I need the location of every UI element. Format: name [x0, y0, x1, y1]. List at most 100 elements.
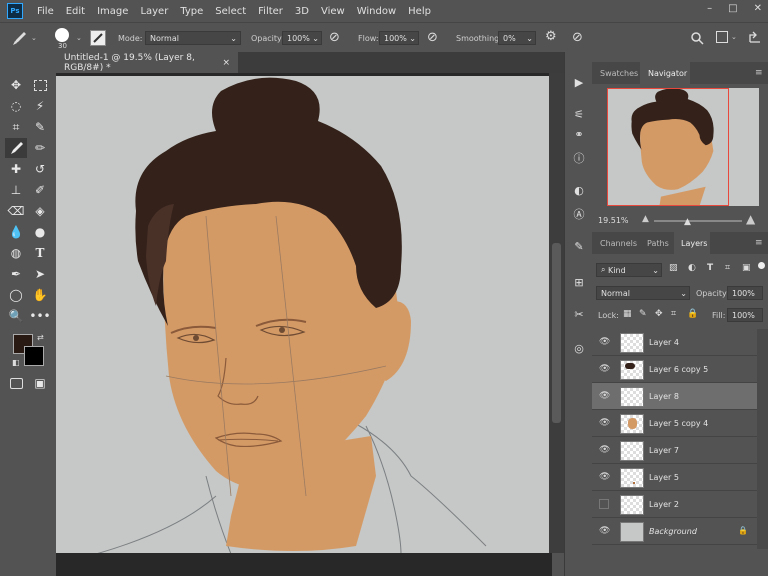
- pressure-opacity-icon[interactable]: ⊘: [329, 30, 340, 45]
- dodge-tool-icon[interactable]: ●: [31, 223, 49, 241]
- chevron-down-icon[interactable]: ⌄: [731, 33, 737, 41]
- maximize-button[interactable]: □: [728, 3, 737, 14]
- lock-all-icon[interactable]: 🔒: [687, 309, 698, 319]
- magic-wand-tool-icon[interactable]: ⚡: [31, 97, 49, 115]
- layer-row-selected[interactable]: 👁 Layer 8: [592, 383, 757, 410]
- filter-smart-object-icon[interactable]: ▣: [742, 263, 751, 273]
- layer-row[interactable]: 👁 Layer 6 copy 5: [592, 356, 757, 383]
- layer-row[interactable]: 👁 Layer 4: [592, 329, 757, 356]
- tab-swatches[interactable]: Swatches: [600, 62, 638, 84]
- lasso-tool-icon[interactable]: ◌: [7, 97, 25, 115]
- flow-input[interactable]: 100% ⌄: [379, 31, 419, 45]
- eraser-tool-icon[interactable]: ⌫: [7, 202, 25, 220]
- zoom-tool-icon[interactable]: 🔍: [7, 307, 25, 325]
- layer-row[interactable]: Layer 2: [592, 491, 757, 518]
- tab-layers[interactable]: Layers: [681, 232, 707, 254]
- paint-bucket-tool-icon[interactable]: ◈: [31, 202, 49, 220]
- blur-tool-icon[interactable]: 💧: [7, 223, 25, 241]
- play-icon[interactable]: ▶: [571, 74, 587, 90]
- swap-colors-icon[interactable]: ⇄: [37, 333, 44, 342]
- menu-image[interactable]: Image: [97, 6, 128, 17]
- vertical-scrollbar[interactable]: [549, 73, 564, 553]
- lock-position-icon[interactable]: ✥: [655, 309, 663, 319]
- layer-filter-select[interactable]: ⌕ Kind ⌄: [596, 263, 662, 277]
- eye-icon[interactable]: 👁: [599, 418, 610, 428]
- lock-artboard-icon[interactable]: ⌗: [671, 309, 676, 319]
- pencil-tool-icon[interactable]: ✏: [31, 139, 49, 157]
- lock-image-icon[interactable]: ✎: [639, 309, 647, 319]
- tab-navigator[interactable]: Navigator: [648, 62, 687, 84]
- filter-adjustment-icon[interactable]: ◐: [688, 263, 696, 273]
- marquee-tool-icon[interactable]: [31, 76, 49, 94]
- eye-icon[interactable]: 👁: [599, 337, 610, 347]
- layer-row[interactable]: 👁 Layer 5: [592, 464, 757, 491]
- menu-file[interactable]: File: [37, 6, 54, 17]
- fill-input[interactable]: 100%: [727, 308, 763, 322]
- eye-icon[interactable]: 👁: [599, 472, 610, 482]
- mixer-brush-tool-icon[interactable]: ◍: [7, 244, 25, 262]
- navigator-zoom-value[interactable]: 19.51%: [598, 216, 629, 225]
- scrollbar-thumb[interactable]: [552, 243, 561, 423]
- layers-scrollbar[interactable]: [757, 329, 768, 549]
- menu-layer[interactable]: Layer: [140, 6, 168, 17]
- eye-icon[interactable]: 👁: [599, 526, 610, 536]
- menu-type[interactable]: Type: [180, 6, 203, 17]
- close-window-button[interactable]: ✕: [754, 3, 762, 14]
- workspace-icon[interactable]: [716, 31, 728, 43]
- eyedropper-tool-icon[interactable]: ✎: [31, 118, 49, 136]
- properties-icon[interactable]: ⚭: [571, 126, 587, 142]
- document-tab[interactable]: Untitled-1 @ 19.5% (Layer 8, RGB/8#) * ×: [56, 52, 238, 73]
- healing-brush-tool-icon[interactable]: ✚: [7, 160, 25, 178]
- layer-row[interactable]: 👁 Background 🔒: [592, 518, 757, 545]
- rotate-view-tool-icon[interactable]: ✋: [31, 286, 49, 304]
- screen-mode-icon[interactable]: ▣: [31, 374, 49, 392]
- 3d-icon[interactable]: ◎: [571, 340, 587, 356]
- crop-tool-icon[interactable]: ⌗: [7, 118, 25, 136]
- ellipse-tool-icon[interactable]: ◯: [7, 286, 25, 304]
- eye-icon[interactable]: 👁: [599, 445, 610, 455]
- quick-mask-icon[interactable]: [7, 374, 25, 392]
- tab-channels[interactable]: Channels: [600, 232, 637, 254]
- zoom-slider-handle[interactable]: ▲: [684, 217, 691, 227]
- menu-window[interactable]: Window: [357, 6, 396, 17]
- zoom-slider[interactable]: [654, 220, 742, 222]
- brush-preset-icon[interactable]: [55, 28, 69, 42]
- filter-pixel-icon[interactable]: ▨: [669, 263, 678, 273]
- gear-icon[interactable]: ⚙: [545, 29, 557, 44]
- tab-paths[interactable]: Paths: [647, 232, 669, 254]
- chevron-down-icon[interactable]: ⌄: [76, 34, 82, 42]
- lock-transparent-icon[interactable]: ▦: [623, 309, 632, 319]
- chevron-down-icon[interactable]: ⌄: [31, 34, 37, 42]
- layers-panel-menu-icon[interactable]: ≡: [755, 238, 763, 248]
- art-history-brush-icon[interactable]: ✐: [31, 181, 49, 199]
- path-selection-tool-icon[interactable]: ➤: [31, 265, 49, 283]
- adjustments-icon[interactable]: ⚟: [571, 106, 587, 122]
- pen-tool-icon[interactable]: ✒: [7, 265, 25, 283]
- blend-mode-select[interactable]: Normal ⌄: [596, 286, 690, 300]
- background-color-swatch[interactable]: [24, 346, 44, 366]
- search-icon[interactable]: [690, 31, 704, 45]
- eye-icon[interactable]: 👁: [599, 391, 610, 401]
- menu-help[interactable]: Help: [408, 6, 431, 17]
- filter-toggle-icon[interactable]: [758, 262, 765, 269]
- filter-shape-icon[interactable]: ⌗: [725, 263, 730, 273]
- menu-3d[interactable]: 3D: [295, 6, 309, 17]
- tool-presets-icon[interactable]: ✂: [571, 306, 587, 322]
- panel-menu-icon[interactable]: ≡: [755, 68, 763, 78]
- layer-row[interactable]: 👁 Layer 5 copy 4: [592, 410, 757, 437]
- opacity-input[interactable]: 100% ⌄: [282, 31, 322, 45]
- document-canvas[interactable]: [56, 76, 549, 554]
- clone-stamp-tool-icon[interactable]: ⊥: [7, 181, 25, 199]
- navigator-preview[interactable]: [607, 88, 759, 206]
- smoothing-input[interactable]: 0% ⌄: [498, 31, 536, 45]
- history-brush-tool-icon[interactable]: ↺: [31, 160, 49, 178]
- character-icon[interactable]: Ⓐ: [571, 206, 587, 222]
- move-tool-icon[interactable]: ✥: [7, 76, 25, 94]
- menu-select[interactable]: Select: [215, 6, 246, 17]
- close-tab-icon[interactable]: ×: [222, 58, 230, 68]
- brush-tool-active-icon[interactable]: [5, 138, 27, 158]
- menu-edit[interactable]: Edit: [66, 6, 85, 17]
- minimize-button[interactable]: –: [707, 3, 712, 14]
- more-tools-icon[interactable]: •••: [29, 307, 50, 325]
- pressure-size-icon[interactable]: ⊘: [572, 30, 583, 45]
